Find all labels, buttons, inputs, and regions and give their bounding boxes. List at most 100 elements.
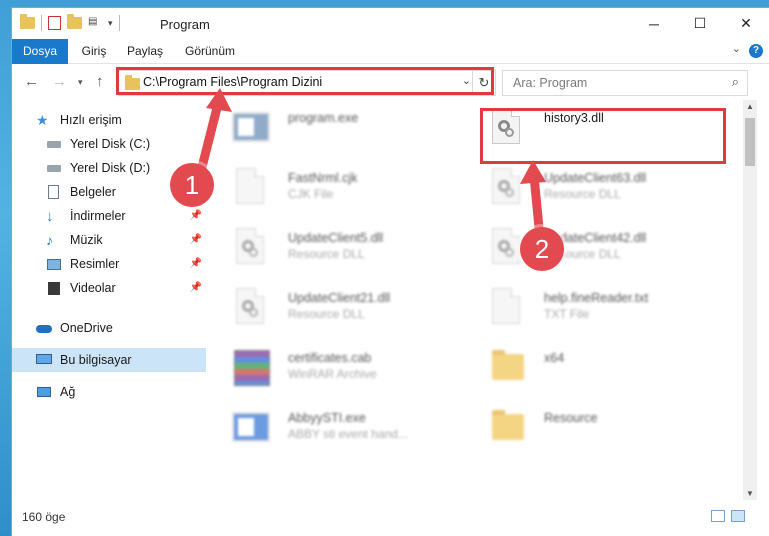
customize-icon[interactable]: ▤ (88, 16, 102, 30)
sidebar-item-label: OneDrive (60, 321, 113, 335)
address-highlight-box (116, 67, 494, 95)
callout-2: 2 (520, 227, 564, 271)
forward-button[interactable]: → (52, 73, 67, 90)
pin-icon[interactable]: 📌 (190, 282, 202, 293)
sidebar-item-videos[interactable]: Videolar 📌 (12, 276, 206, 300)
scroll-thumb[interactable] (745, 118, 755, 166)
tab-home[interactable]: Giriş (74, 39, 114, 63)
sidebar-item-label: İndirmeler (70, 209, 126, 223)
folder-icon (488, 348, 524, 388)
sidebar-item-network[interactable]: Ağ (12, 380, 206, 404)
file-type: Resource DLL (288, 307, 365, 321)
sidebar-item-local-disk-c[interactable]: Yerel Disk (C:) (12, 132, 206, 156)
file-name: UpdateClient21.dll (288, 291, 391, 305)
window-title: Program (160, 17, 210, 32)
pin-icon[interactable]: 📌 (190, 210, 202, 221)
search-box[interactable]: Ara: Program ⌕ (502, 70, 748, 96)
maximize-button[interactable]: ☐ (677, 8, 723, 39)
divider (41, 15, 42, 31)
file-item[interactable]: Resource (468, 400, 708, 456)
file-item[interactable]: help.fineReader.txt TXT File (468, 280, 708, 336)
file-item[interactable]: UpdateClient42.dll Resource DLL (468, 220, 708, 276)
sidebar-item-label: Belgeler (70, 185, 116, 199)
file-name: help.fineReader.txt (544, 291, 649, 305)
close-button[interactable]: ✕ (723, 8, 769, 39)
folder-icon (20, 14, 35, 29)
file-item[interactable]: UpdateClient63.dll Resource DLL (468, 160, 708, 216)
file-type: WinRAR Archive (288, 367, 377, 381)
file-name: FastNrml.cjk (288, 171, 358, 185)
sidebar-item-label: Yerel Disk (D:) (70, 161, 151, 175)
file-item[interactable]: certificates.cab WinRAR Archive (212, 340, 452, 396)
exe-icon (232, 108, 270, 148)
file-item[interactable]: program.exe (212, 100, 452, 156)
star-icon: ★ (36, 112, 49, 128)
file-icon (232, 168, 266, 208)
view-switcher (711, 510, 745, 522)
file-item[interactable]: UpdateClient5.dll Resource DLL (212, 220, 452, 276)
scroll-down-icon[interactable]: ▼ (746, 489, 754, 498)
file-item[interactable]: FastNrml.cjk CJK File (212, 160, 452, 216)
title-bar: ▤ ▾ Program ─ ☐ ✕ (12, 8, 769, 39)
file-name: certificates.cab (288, 351, 372, 365)
chevron-down-icon[interactable]: ⌄ (732, 42, 741, 55)
pictures-icon (46, 256, 62, 272)
documents-icon (46, 184, 62, 200)
sidebar-item-label: Müzik (70, 233, 103, 247)
file-type: Resource DLL (544, 187, 621, 201)
music-icon: ♪ (46, 232, 53, 248)
new-folder-icon[interactable] (67, 14, 82, 29)
dll-icon (488, 228, 522, 268)
pin-icon[interactable]: 📌 (190, 234, 202, 245)
chevron-down-icon[interactable]: ▾ (108, 18, 113, 29)
video-icon (46, 280, 62, 296)
file-highlight-box (480, 108, 726, 164)
file-item[interactable]: AbbyySTI.exe ABBY sti event hand... (212, 400, 452, 456)
pin-icon[interactable]: 📌 (190, 258, 202, 269)
search-icon: ⌕ (731, 74, 739, 89)
drive-icon (46, 160, 62, 176)
computer-icon (36, 352, 52, 368)
sidebar-item-this-pc[interactable]: Bu bilgisayar (12, 348, 206, 372)
tab-view[interactable]: Görünüm (180, 39, 240, 63)
sidebar-item-label: Hızlı erişim (60, 113, 122, 127)
sidebar-item-label: Bu bilgisayar (60, 353, 132, 367)
file-name: UpdateClient5.dll (288, 231, 384, 245)
file-type: TXT File (544, 307, 590, 321)
scroll-up-icon[interactable]: ▲ (746, 102, 754, 111)
navigation-bar: ← → ▾ ↑ C:\Program Files\Program Dizini … (12, 64, 769, 100)
cloud-icon (36, 320, 52, 336)
archive-icon (232, 348, 270, 388)
navigation-pane: ★ Hızlı erişim Yerel Disk (C:) Yerel Dis… (12, 100, 208, 500)
sidebar-item-label: Ağ (60, 385, 76, 399)
search-input[interactable]: Ara: Program (513, 76, 587, 90)
file-type: CJK File (288, 187, 334, 201)
file-name: x64 (544, 351, 565, 365)
file-item[interactable]: x64 (468, 340, 708, 396)
dll-icon (232, 288, 266, 328)
callout-1: 1 (170, 163, 214, 207)
large-icons-view-icon[interactable] (731, 510, 745, 522)
ribbon-tabs: Dosya Giriş Paylaş Görünüm ⌄ ? (12, 39, 769, 95)
minimize-button[interactable]: ─ (631, 8, 677, 39)
sidebar-item-onedrive[interactable]: OneDrive (12, 316, 206, 340)
file-icon (488, 288, 522, 328)
divider (118, 15, 120, 31)
sidebar-item-label: Yerel Disk (C:) (70, 137, 151, 151)
vertical-scrollbar[interactable]: ▲ ▼ (743, 100, 757, 500)
recent-locations-button[interactable]: ▾ (78, 77, 83, 88)
back-button[interactable]: ← (24, 73, 39, 90)
sidebar-item-music[interactable]: ♪ Müzik 📌 (12, 228, 206, 252)
properties-icon[interactable] (48, 16, 61, 30)
up-button[interactable]: ↑ (96, 73, 104, 90)
help-button[interactable]: ? (749, 44, 763, 58)
details-view-icon[interactable] (711, 510, 725, 522)
sidebar-item-downloads[interactable]: ↓ İndirmeler 📌 (12, 204, 206, 228)
sidebar-item-pictures[interactable]: Resimler 📌 (12, 252, 206, 276)
tab-share[interactable]: Paylaş (120, 39, 170, 63)
sidebar-item-quick-access[interactable]: ★ Hızlı erişim (12, 108, 206, 132)
dll-icon (488, 168, 522, 208)
network-icon (36, 384, 52, 400)
drive-icon (46, 136, 62, 152)
file-item[interactable]: UpdateClient21.dll Resource DLL (212, 280, 452, 336)
